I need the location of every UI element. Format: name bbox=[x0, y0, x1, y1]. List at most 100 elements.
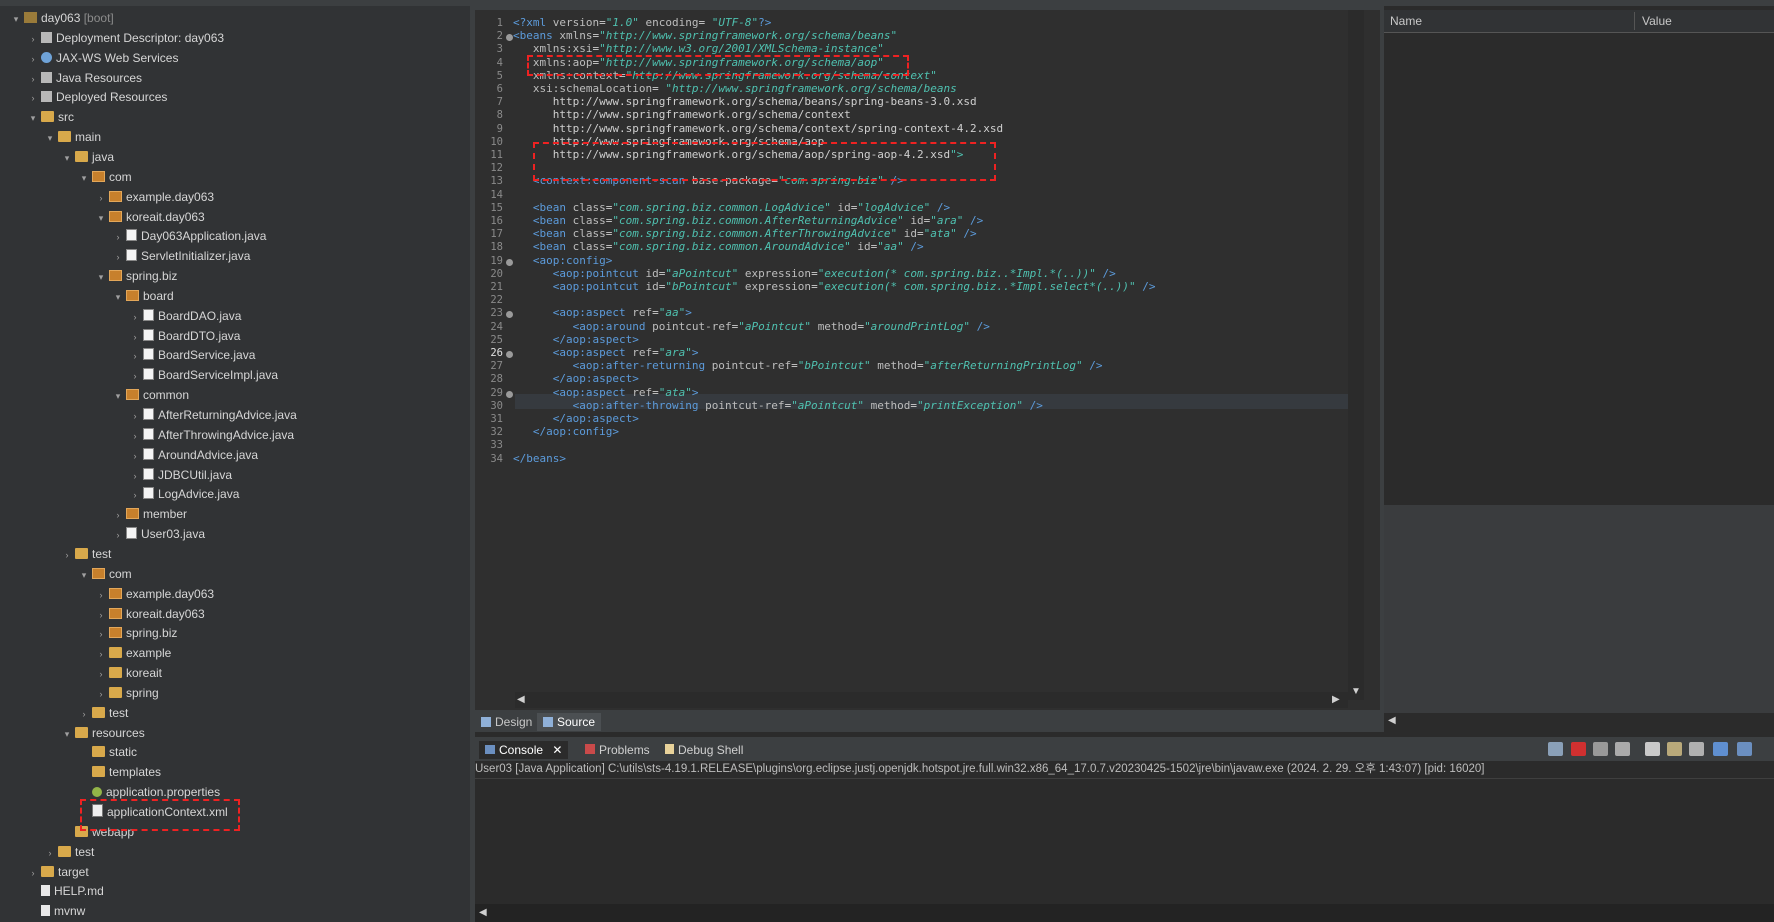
chevron-right-icon[interactable]: › bbox=[129, 487, 141, 503]
chevron-right-icon[interactable]: › bbox=[129, 329, 141, 345]
tree-item[interactable]: › LogAdvice.java bbox=[129, 486, 239, 502]
scroll-left-icon[interactable]: ◀ bbox=[517, 694, 525, 705]
scroll-lock-icon[interactable] bbox=[1667, 742, 1682, 756]
column-name-header[interactable]: Name bbox=[1390, 14, 1422, 28]
tree-item[interactable]: ▾ day063 [boot] bbox=[10, 10, 114, 26]
tree-item[interactable]: › JDBCUtil.java bbox=[129, 467, 232, 483]
tree-item[interactable]: HELP.md bbox=[27, 883, 104, 899]
editor-vertical-scrollbar[interactable]: ▼ bbox=[1348, 10, 1364, 700]
editor-tab-bar[interactable] bbox=[475, 0, 1380, 10]
tree-item[interactable]: ▾ main bbox=[44, 129, 101, 145]
tree-item[interactable]: › test bbox=[78, 705, 129, 722]
fold-toggle-icon[interactable] bbox=[506, 351, 513, 358]
chevron-right-icon[interactable]: › bbox=[112, 527, 124, 543]
tree-item[interactable]: › User03.java bbox=[112, 526, 205, 542]
tree-item[interactable]: › Java Resources bbox=[27, 70, 143, 87]
scroll-left-icon[interactable]: ◀ bbox=[479, 907, 487, 918]
tree-item[interactable]: ▾ resources bbox=[61, 725, 145, 741]
tree-item[interactable]: ▾ koreait.day063 bbox=[95, 209, 205, 225]
chevron-right-icon[interactable]: › bbox=[129, 448, 141, 464]
relaunch-icon[interactable] bbox=[1548, 742, 1563, 756]
tree-item[interactable]: › BoardServiceImpl.java bbox=[129, 367, 278, 383]
tree-item[interactable]: templates bbox=[78, 764, 161, 780]
chevron-right-icon[interactable]: › bbox=[95, 626, 107, 642]
chevron-right-icon[interactable]: › bbox=[95, 190, 107, 206]
chevron-right-icon[interactable]: › bbox=[129, 348, 141, 364]
tree-item[interactable]: ▾ board bbox=[112, 288, 174, 304]
close-icon[interactable]: ✕ bbox=[552, 743, 562, 757]
tree-item[interactable]: › ServletInitializer.java bbox=[112, 248, 250, 264]
tree-item[interactable]: › member bbox=[112, 506, 188, 523]
tree-item[interactable]: › test bbox=[61, 546, 112, 563]
chevron-down-icon[interactable]: ▾ bbox=[27, 110, 39, 126]
tree-item[interactable]: static bbox=[78, 744, 137, 760]
clear-console-icon[interactable] bbox=[1645, 742, 1660, 756]
chevron-right-icon[interactable]: › bbox=[95, 587, 107, 603]
chevron-down-icon[interactable]: ▾ bbox=[44, 130, 56, 146]
chevron-right-icon[interactable]: › bbox=[44, 845, 56, 861]
tree-item[interactable]: › target bbox=[27, 864, 89, 880]
tree-item[interactable]: › AroundAdvice.java bbox=[129, 447, 258, 463]
chevron-right-icon[interactable]: › bbox=[129, 428, 141, 444]
chevron-right-icon[interactable]: › bbox=[112, 229, 124, 245]
chevron-down-icon[interactable]: ▾ bbox=[95, 269, 107, 285]
tree-item[interactable]: › BoardDTO.java bbox=[129, 328, 240, 344]
chevron-right-icon[interactable]: › bbox=[95, 607, 107, 623]
column-value-header[interactable]: Value bbox=[1642, 14, 1672, 28]
tree-item[interactable]: › Deployed Resources bbox=[27, 89, 168, 105]
tree-item[interactable]: › Deployment Descriptor: day063 bbox=[27, 30, 225, 47]
editor-horizontal-scrollbar[interactable]: ◀ ▶ bbox=[515, 692, 1348, 708]
tree-item[interactable]: ▾ spring.biz bbox=[95, 268, 178, 285]
tree-item[interactable]: › example bbox=[95, 645, 172, 661]
chevron-right-icon[interactable]: › bbox=[61, 547, 73, 563]
chevron-right-icon[interactable]: › bbox=[78, 706, 90, 722]
tab-source[interactable]: Source bbox=[537, 713, 602, 731]
display-console-icon[interactable] bbox=[1737, 742, 1752, 756]
remove-all-icon[interactable] bbox=[1615, 742, 1630, 756]
tree-item[interactable]: ▾ common bbox=[112, 387, 189, 403]
chevron-right-icon[interactable]: › bbox=[112, 507, 124, 523]
scroll-left-icon[interactable]: ◀ bbox=[1388, 715, 1396, 726]
variables-horizontal-scrollbar[interactable]: ◀ bbox=[1384, 713, 1774, 729]
tree-item[interactable]: › spring bbox=[95, 685, 159, 701]
chevron-down-icon[interactable]: ▾ bbox=[10, 11, 22, 27]
tab-problems[interactable]: Problems bbox=[579, 741, 656, 759]
pin-console-icon[interactable] bbox=[1713, 742, 1728, 756]
chevron-right-icon[interactable]: › bbox=[112, 249, 124, 265]
chevron-down-icon[interactable]: ▾ bbox=[61, 726, 73, 742]
chevron-right-icon[interactable]: › bbox=[129, 309, 141, 325]
fold-toggle-icon[interactable] bbox=[506, 34, 513, 42]
scroll-down-icon[interactable]: ▼ bbox=[1351, 686, 1361, 697]
scroll-right-icon[interactable]: ▶ bbox=[1332, 694, 1340, 705]
chevron-right-icon[interactable]: › bbox=[27, 51, 39, 67]
explorer-tab-bar[interactable] bbox=[0, 0, 470, 6]
tree-item[interactable]: › AfterReturningAdvice.java bbox=[129, 407, 297, 423]
tree-item[interactable]: mvnw bbox=[27, 903, 85, 919]
code-line[interactable]: </beans> bbox=[513, 451, 566, 466]
chevron-right-icon[interactable]: › bbox=[129, 408, 141, 424]
chevron-right-icon[interactable]: › bbox=[27, 31, 39, 47]
tree-item[interactable]: › koreait.day063 bbox=[95, 606, 205, 622]
chevron-right-icon[interactable]: › bbox=[27, 865, 39, 881]
tab-console[interactable]: Console ✕ bbox=[479, 741, 569, 759]
tree-item[interactable]: › BoardService.java bbox=[129, 347, 255, 363]
tree-item[interactable]: › AfterThrowingAdvice.java bbox=[129, 427, 294, 443]
chevron-down-icon[interactable]: ▾ bbox=[112, 388, 124, 404]
tab-design[interactable]: Design bbox=[475, 713, 538, 731]
tree-item[interactable]: › BoardDAO.java bbox=[129, 308, 241, 324]
tree-item[interactable]: › spring.biz bbox=[95, 625, 178, 642]
tree-item[interactable]: › Day063Application.java bbox=[112, 228, 266, 244]
console-output[interactable] bbox=[475, 779, 1774, 904]
fold-toggle-icon[interactable] bbox=[506, 390, 513, 398]
tree-item[interactable]: › JAX-WS Web Services bbox=[27, 50, 179, 67]
chevron-right-icon[interactable]: › bbox=[129, 368, 141, 384]
word-wrap-icon[interactable] bbox=[1689, 742, 1704, 756]
chevron-down-icon[interactable]: ▾ bbox=[61, 150, 73, 166]
tree-item[interactable]: › example.day063 bbox=[95, 189, 215, 206]
chevron-right-icon[interactable]: › bbox=[27, 71, 39, 87]
tree-item[interactable]: application.properties bbox=[78, 784, 220, 800]
console-horizontal-scrollbar[interactable]: ◀ bbox=[475, 904, 1774, 922]
variables-tab-bar[interactable] bbox=[1384, 0, 1774, 6]
remove-launch-icon[interactable] bbox=[1593, 742, 1608, 756]
chevron-right-icon[interactable]: › bbox=[95, 666, 107, 682]
